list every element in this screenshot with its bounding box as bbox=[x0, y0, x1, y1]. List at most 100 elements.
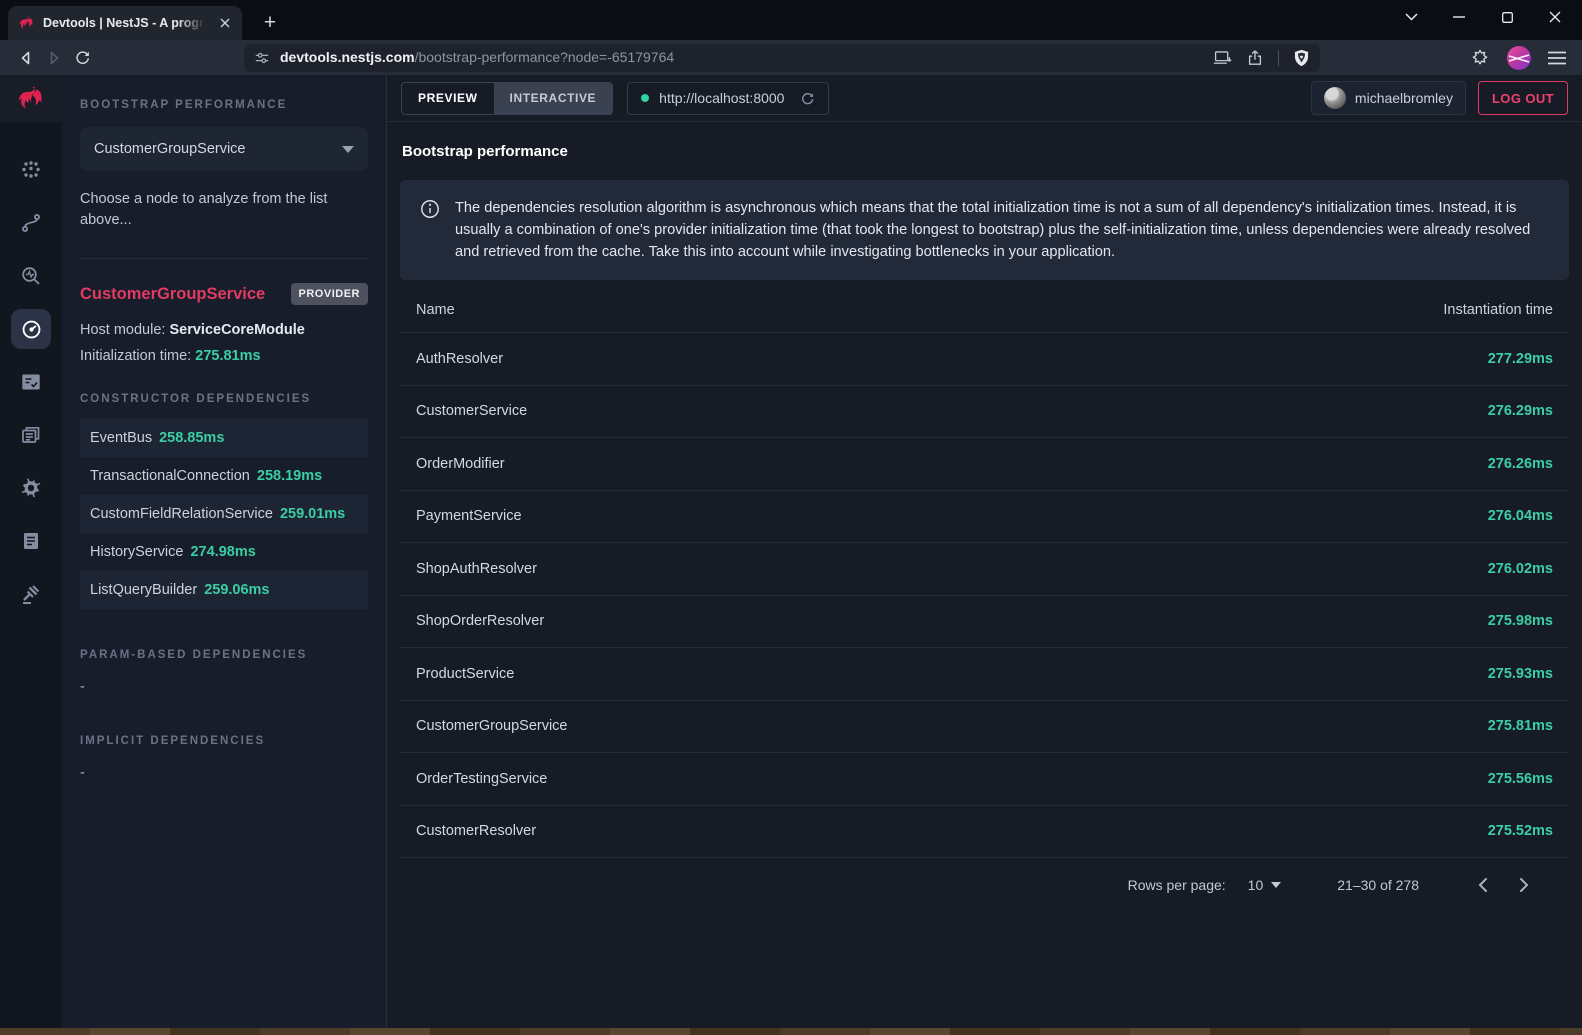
window-maximize-button[interactable] bbox=[1490, 4, 1524, 30]
back-button-icon[interactable] bbox=[12, 44, 40, 72]
browser-window: Devtools | NestJS - A progressive + bbox=[0, 0, 1582, 1035]
tab-search-icon[interactable] bbox=[1394, 4, 1428, 30]
nav-audit-icon[interactable] bbox=[11, 362, 51, 402]
node-select-hint: Choose a node to analyze from the list a… bbox=[80, 189, 330, 231]
table-row[interactable]: ProductService275.93ms bbox=[400, 648, 1569, 701]
host-module-value: ServiceCoreModule bbox=[169, 322, 304, 338]
menu-icon[interactable] bbox=[1548, 51, 1566, 65]
info-callout: The dependencies resolution algorithm is… bbox=[400, 180, 1569, 280]
node-select-value: CustomerGroupService bbox=[94, 141, 246, 157]
table-row[interactable]: ShopAuthResolver276.02ms bbox=[400, 543, 1569, 596]
url-host: devtools.nestjs.com bbox=[280, 49, 415, 65]
preview-tab[interactable]: PREVIEW bbox=[402, 83, 494, 114]
window-close-button[interactable] bbox=[1538, 4, 1572, 30]
nav-gavel-icon[interactable] bbox=[11, 574, 51, 614]
window-minimize-button[interactable] bbox=[1442, 4, 1476, 30]
chevron-down-icon bbox=[342, 146, 354, 153]
param-deps-title: PARAM-BASED DEPENDENCIES bbox=[80, 649, 368, 661]
table-row[interactable]: CustomerResolver275.52ms bbox=[400, 806, 1569, 859]
table-header: Name Instantiation time bbox=[400, 288, 1569, 333]
nav-inspect-icon[interactable] bbox=[11, 256, 51, 296]
rows-per-page-select[interactable]: 10 bbox=[1248, 877, 1282, 893]
user-name: michaelbromley bbox=[1355, 90, 1453, 106]
panel-section-title: BOOTSTRAP PERFORMANCE bbox=[80, 99, 368, 111]
interactive-tab[interactable]: INTERACTIVE bbox=[494, 83, 613, 114]
constructor-deps-list: EventBus258.85ms TransactionalConnection… bbox=[80, 419, 368, 609]
target-url-box[interactable]: http://localhost:8000 bbox=[627, 82, 829, 115]
next-page-icon[interactable] bbox=[1507, 868, 1541, 902]
toolbar-divider bbox=[1278, 50, 1279, 66]
selected-node-name: CustomerGroupService bbox=[80, 285, 265, 304]
chevron-down-icon bbox=[1271, 882, 1281, 888]
share-icon[interactable] bbox=[1246, 49, 1264, 66]
dependency-item[interactable]: EventBus258.85ms bbox=[80, 419, 368, 457]
dependency-item[interactable]: TransactionalConnection258.19ms bbox=[80, 457, 368, 495]
target-url: http://localhost:8000 bbox=[659, 90, 784, 106]
table-row[interactable]: CustomerService276.29ms bbox=[400, 386, 1569, 439]
page-title: Bootstrap performance bbox=[402, 143, 1569, 160]
user-chip[interactable]: michaelbromley bbox=[1311, 81, 1466, 115]
url-bar[interactable]: devtools.nestjs.com/bootstrap-performanc… bbox=[244, 44, 1320, 72]
table-row[interactable]: OrderModifier276.26ms bbox=[400, 438, 1569, 491]
logout-button[interactable]: LOG OUT bbox=[1478, 81, 1568, 115]
node-select-dropdown[interactable]: CustomerGroupService bbox=[80, 127, 368, 171]
tab-title: Devtools | NestJS - A progressive bbox=[43, 16, 208, 30]
reload-button-icon[interactable] bbox=[68, 44, 96, 72]
param-deps-empty: - bbox=[80, 679, 368, 695]
table-pagination: Rows per page: 10 21–30 of 278 bbox=[400, 858, 1569, 912]
desktop-edge bbox=[0, 1028, 1582, 1035]
tab-close-icon[interactable] bbox=[216, 14, 234, 32]
url-path: /bootstrap-performance?node=-65179764 bbox=[415, 49, 675, 65]
table-row[interactable]: CustomerGroupService275.81ms bbox=[400, 701, 1569, 754]
app-header: PREVIEW INTERACTIVE http://localhost:800… bbox=[387, 75, 1582, 122]
connection-status-dot bbox=[641, 94, 649, 102]
nav-settings-icon[interactable] bbox=[11, 468, 51, 508]
mode-toggle: PREVIEW INTERACTIVE bbox=[401, 82, 613, 115]
analysis-panel: BOOTSTRAP PERFORMANCE CustomerGroupServi… bbox=[62, 75, 387, 1028]
column-name: Name bbox=[416, 302, 1443, 318]
new-tab-button[interactable]: + bbox=[256, 9, 284, 37]
provider-badge: PROVIDER bbox=[291, 283, 368, 305]
init-time-value: 275.81ms bbox=[195, 348, 260, 364]
panel-divider bbox=[80, 258, 368, 259]
table-row[interactable]: AuthResolver277.29ms bbox=[400, 333, 1569, 386]
implicit-deps-title: IMPLICIT DEPENDENCIES bbox=[80, 735, 368, 747]
profile-avatar[interactable] bbox=[1507, 46, 1531, 70]
browser-tab[interactable]: Devtools | NestJS - A progressive bbox=[8, 6, 242, 40]
nav-bootstrap-performance-icon[interactable] bbox=[11, 309, 51, 349]
browser-toolbar: devtools.nestjs.com/bootstrap-performanc… bbox=[0, 40, 1582, 75]
dependency-item[interactable]: HistoryService274.98ms bbox=[80, 533, 368, 571]
extensions-icon[interactable] bbox=[1470, 48, 1490, 68]
table-row[interactable]: ShopOrderResolver275.98ms bbox=[400, 596, 1569, 649]
host-module-row: Host module: ServiceCoreModule bbox=[80, 322, 368, 338]
nav-rail bbox=[0, 75, 62, 1028]
implicit-deps-empty: - bbox=[80, 765, 368, 781]
send-to-device-icon[interactable] bbox=[1213, 50, 1232, 66]
init-time-row: Initialization time: 275.81ms bbox=[80, 348, 368, 364]
constructor-deps-title: CONSTRUCTOR DEPENDENCIES bbox=[80, 393, 368, 405]
nestjs-favicon-icon bbox=[18, 15, 35, 32]
refresh-icon[interactable] bbox=[800, 91, 815, 106]
nav-docs-icon[interactable] bbox=[11, 521, 51, 561]
table-row[interactable]: PaymentService276.04ms bbox=[400, 491, 1569, 544]
nav-graph-icon[interactable] bbox=[11, 150, 51, 190]
user-avatar bbox=[1324, 87, 1346, 109]
column-instantiation-time: Instantiation time bbox=[1443, 302, 1553, 318]
rows-per-page-label: Rows per page: bbox=[1128, 877, 1226, 893]
main-content: Bootstrap performance The dependencies r… bbox=[387, 122, 1582, 1028]
nestjs-logo bbox=[0, 75, 62, 122]
forward-button-icon[interactable] bbox=[40, 44, 68, 72]
table-row[interactable]: OrderTestingService275.56ms bbox=[400, 753, 1569, 806]
info-icon bbox=[420, 199, 440, 263]
pagination-range: 21–30 of 278 bbox=[1337, 877, 1419, 893]
dependency-item[interactable]: CustomFieldRelationService259.01ms bbox=[80, 495, 368, 533]
info-text: The dependencies resolution algorithm is… bbox=[455, 197, 1549, 263]
performance-table: Name Instantiation time AuthResolver277.… bbox=[400, 288, 1569, 858]
previous-page-icon[interactable] bbox=[1465, 868, 1499, 902]
dependency-item[interactable]: ListQueryBuilder259.06ms bbox=[80, 571, 368, 609]
site-settings-icon[interactable] bbox=[254, 50, 270, 66]
nav-routes-icon[interactable] bbox=[11, 203, 51, 243]
nav-modules-icon[interactable] bbox=[11, 415, 51, 455]
brave-shield-icon[interactable] bbox=[1293, 49, 1310, 67]
browser-tab-strip: Devtools | NestJS - A progressive + bbox=[0, 0, 1582, 40]
